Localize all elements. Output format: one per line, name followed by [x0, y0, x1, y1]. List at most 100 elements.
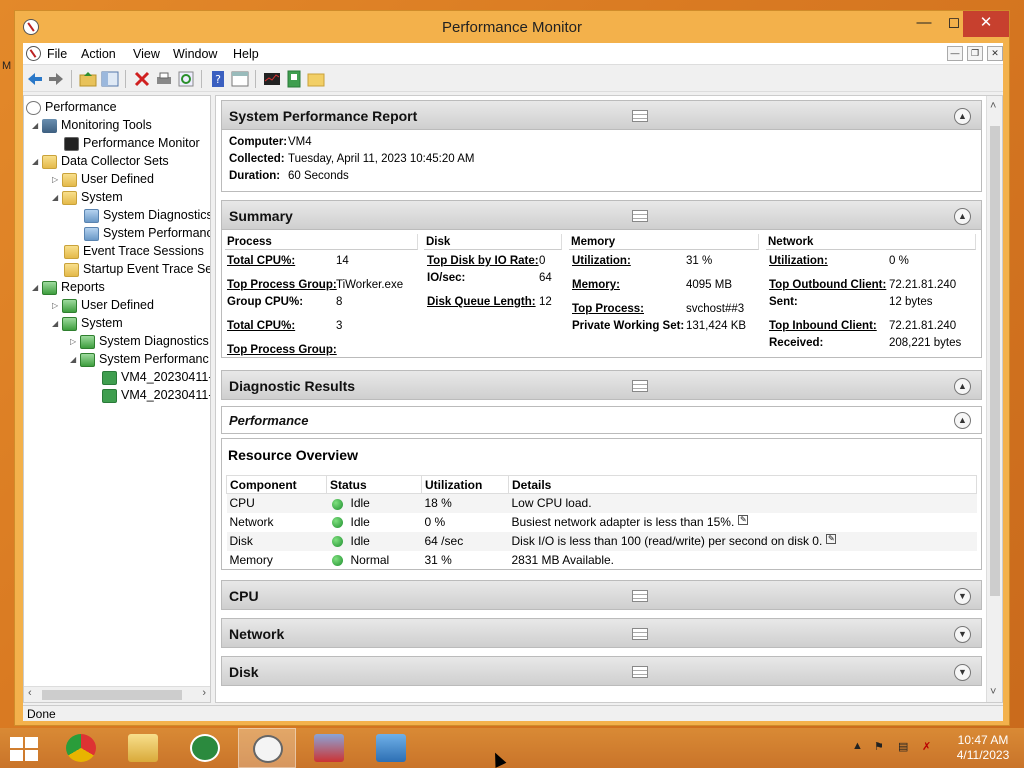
expand-icon[interactable]: ▷	[70, 333, 80, 351]
tree-item-system-diagnostics[interactable]: System Diagnostics	[84, 206, 210, 224]
table-view-icon[interactable]	[632, 628, 648, 640]
report-icon[interactable]	[285, 70, 303, 88]
section-header-network[interactable]: Network ▼	[221, 618, 982, 648]
show-hidden-icons-icon[interactable]: ▲	[852, 740, 863, 752]
up-folder-icon[interactable]	[79, 70, 97, 88]
top-inbound-client-link[interactable]: Top Inbound Client:	[769, 320, 877, 332]
tree-item-report-file[interactable]: VM4_20230411-(	[102, 368, 210, 386]
collapse-icon[interactable]: ◢	[32, 153, 42, 171]
show-hide-tree-icon[interactable]	[101, 70, 119, 88]
expand-icon[interactable]: ▼	[954, 588, 971, 605]
scroll-up-icon[interactable]: ˄	[990, 100, 996, 112]
note-icon[interactable]: ✎	[826, 534, 837, 544]
menu-view[interactable]: View	[133, 47, 160, 61]
tree-item-performance[interactable]: Performance	[26, 98, 117, 116]
disk-queue-link[interactable]: Disk Queue Length:	[427, 296, 536, 308]
top-process-group-link[interactable]: Top Process Group:	[227, 279, 337, 291]
scroll-thumb[interactable]	[990, 126, 1000, 596]
action-center-flag-icon[interactable]: ⚑	[874, 740, 884, 753]
properties-icon[interactable]	[231, 70, 249, 88]
expand-icon[interactable]: ▼	[954, 664, 971, 681]
total-cpu-link-2[interactable]: Total CPU%:	[227, 320, 295, 332]
collapse-icon[interactable]: ▲	[954, 208, 971, 225]
volume-muted-icon[interactable]: ✗	[922, 740, 931, 753]
top-process-group-link-2[interactable]: Top Process Group:	[227, 344, 337, 356]
help-icon[interactable]: ?	[209, 70, 227, 88]
section-header-performance[interactable]: Performance ▲	[221, 406, 982, 434]
tree-item-reports-user-defined[interactable]: ▷ User Defined	[52, 296, 154, 314]
memory-utilization-link[interactable]: Utilization:	[572, 255, 631, 267]
network-utilization-link[interactable]: Utilization:	[769, 255, 828, 267]
taskbar-clock[interactable]: 10:47 AM 4/11/2023	[948, 733, 1018, 763]
start-button[interactable]	[0, 728, 48, 768]
mdi-restore-button[interactable]: ❐	[967, 46, 983, 61]
menu-help[interactable]: Help	[233, 47, 259, 61]
expand-icon[interactable]: ▼	[954, 626, 971, 643]
table-view-icon[interactable]	[632, 590, 648, 602]
tree-item-reports-system-diagnostics[interactable]: ▷ System Diagnostics	[70, 332, 209, 350]
tree-item-system-performance[interactable]: System Performanc	[84, 224, 210, 242]
refresh-icon[interactable]	[177, 70, 195, 88]
menu-action[interactable]: Action	[81, 47, 116, 61]
collapse-icon[interactable]: ◢	[52, 315, 62, 333]
expand-icon[interactable]: ▷	[52, 297, 62, 315]
back-icon[interactable]	[26, 70, 44, 88]
collapse-icon[interactable]: ◢	[70, 351, 80, 369]
title-bar[interactable]: Performance Monitor — ◻ ✕	[15, 11, 1009, 43]
tree-item-reports-system[interactable]: ◢ System	[52, 314, 123, 332]
tree-item-reports[interactable]: ◢ Reports	[32, 278, 105, 296]
taskbar-performance-monitor[interactable]	[238, 728, 296, 768]
network-icon[interactable]: ▤	[898, 740, 908, 753]
tree-item-system[interactable]: ◢ System	[52, 188, 123, 206]
column-header[interactable]: Status	[326, 475, 422, 494]
system-menu-icon[interactable]	[26, 46, 41, 61]
section-header-summary[interactable]: Summary ▲	[221, 200, 982, 230]
table-view-icon[interactable]	[632, 380, 648, 392]
section-header-report[interactable]: System Performance Report ▲	[221, 100, 982, 130]
tree-horizontal-scrollbar[interactable]: ‹ ›	[24, 686, 210, 702]
taskbar-tool[interactable]	[300, 728, 358, 768]
menu-file[interactable]: File	[47, 47, 67, 61]
top-disk-link[interactable]: Top Disk by IO Rate:	[427, 255, 539, 267]
column-header[interactable]: Details	[508, 475, 977, 494]
section-header-cpu[interactable]: CPU ▼	[221, 580, 982, 610]
taskbar-control-panel[interactable]	[362, 728, 420, 768]
tree-item-monitoring-tools[interactable]: ◢ Monitoring Tools	[32, 116, 152, 134]
scroll-left-icon[interactable]: ‹	[28, 687, 32, 699]
taskbar-utorrent[interactable]	[176, 728, 234, 768]
column-header[interactable]: Utilization	[421, 475, 509, 494]
menu-window[interactable]: Window	[173, 47, 217, 61]
collapse-icon[interactable]: ▲	[954, 378, 971, 395]
top-outbound-client-link[interactable]: Top Outbound Client:	[769, 279, 886, 291]
section-header-disk[interactable]: Disk ▼	[221, 656, 982, 686]
performance-monitor-icon[interactable]	[263, 70, 281, 88]
folder-icon[interactable]	[307, 70, 325, 88]
scroll-down-icon[interactable]: ˅	[990, 686, 996, 698]
tree-item-reports-system-performance[interactable]: ◢ System Performanc	[70, 350, 209, 368]
collapse-icon[interactable]: ▲	[954, 108, 971, 125]
column-header[interactable]: Component	[226, 475, 327, 494]
note-icon[interactable]: ✎	[738, 515, 749, 525]
tree-item-report-file[interactable]: VM4_20230411-(	[102, 386, 210, 404]
minimize-button[interactable]: —	[907, 11, 941, 37]
print-icon[interactable]	[155, 70, 173, 88]
collapse-icon[interactable]: ◢	[32, 117, 42, 135]
scroll-right-icon[interactable]: ›	[202, 687, 206, 699]
tree-item-performance-monitor[interactable]: Performance Monitor	[64, 134, 200, 152]
tree-item-data-collector-sets[interactable]: ◢ Data Collector Sets	[32, 152, 169, 170]
collapse-icon[interactable]: ◢	[52, 189, 62, 207]
taskbar-file-explorer[interactable]	[114, 728, 172, 768]
total-cpu-link[interactable]: Total CPU%:	[227, 255, 295, 267]
tree-item-startup-event-trace[interactable]: Startup Event Trace Ses	[64, 260, 210, 278]
mdi-minimize-button[interactable]: —	[947, 46, 963, 61]
delete-icon[interactable]	[133, 70, 151, 88]
report-vertical-scrollbar[interactable]: ˄ ˅	[986, 96, 1002, 702]
tree-item-user-defined[interactable]: ▷ User Defined	[52, 170, 154, 188]
taskbar-chrome[interactable]	[52, 728, 110, 768]
table-view-icon[interactable]	[632, 666, 648, 678]
expand-icon[interactable]: ▷	[52, 171, 62, 189]
tree-item-event-trace-sessions[interactable]: Event Trace Sessions	[64, 242, 204, 260]
memory-link[interactable]: Memory:	[572, 279, 620, 291]
table-view-icon[interactable]	[632, 210, 648, 222]
table-view-icon[interactable]	[632, 110, 648, 122]
